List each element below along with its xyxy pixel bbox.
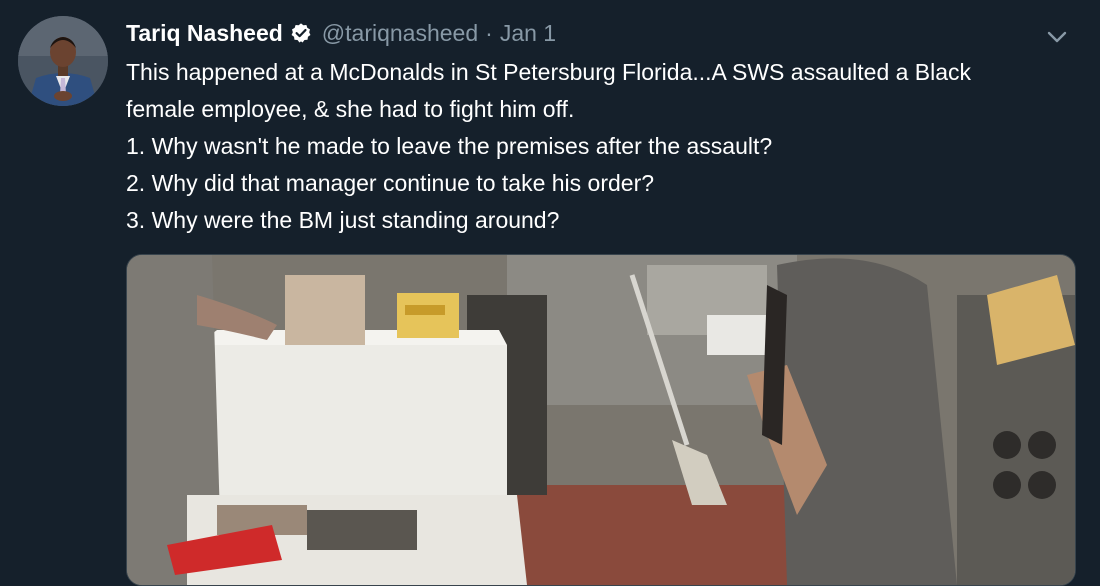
- video-frame: [127, 255, 1075, 585]
- avatar[interactable]: [18, 16, 108, 106]
- tweet-card[interactable]: Tariq Nasheed @tariqnasheed · Jan 1 This…: [0, 0, 1100, 586]
- author-handle[interactable]: @tariqnasheed: [322, 20, 478, 47]
- tweet-video[interactable]: [126, 254, 1076, 586]
- tweet-text-line: 2. Why did that manager continue to take…: [126, 170, 655, 196]
- tweet-text-line: 3. Why were the BM just standing around?: [126, 207, 560, 233]
- tweet-text-line: female employee, & she had to fight him …: [126, 96, 575, 122]
- tweet-text: This happened at a McDonalds in St Peter…: [126, 54, 1076, 239]
- chevron-down-icon[interactable]: [1044, 24, 1070, 50]
- header-separator: ·: [485, 19, 493, 46]
- tweet-text-line: This happened at a McDonalds in St Peter…: [126, 59, 972, 85]
- tweet-text-line: 1. Why wasn't he made to leave the premi…: [126, 133, 773, 159]
- tweet-header: Tariq Nasheed @tariqnasheed · Jan 1: [126, 16, 556, 50]
- author-name[interactable]: Tariq Nasheed: [126, 20, 283, 47]
- verified-badge-icon: [290, 22, 312, 44]
- tweet-date[interactable]: Jan 1: [500, 20, 556, 47]
- avatar-image: [18, 16, 108, 106]
